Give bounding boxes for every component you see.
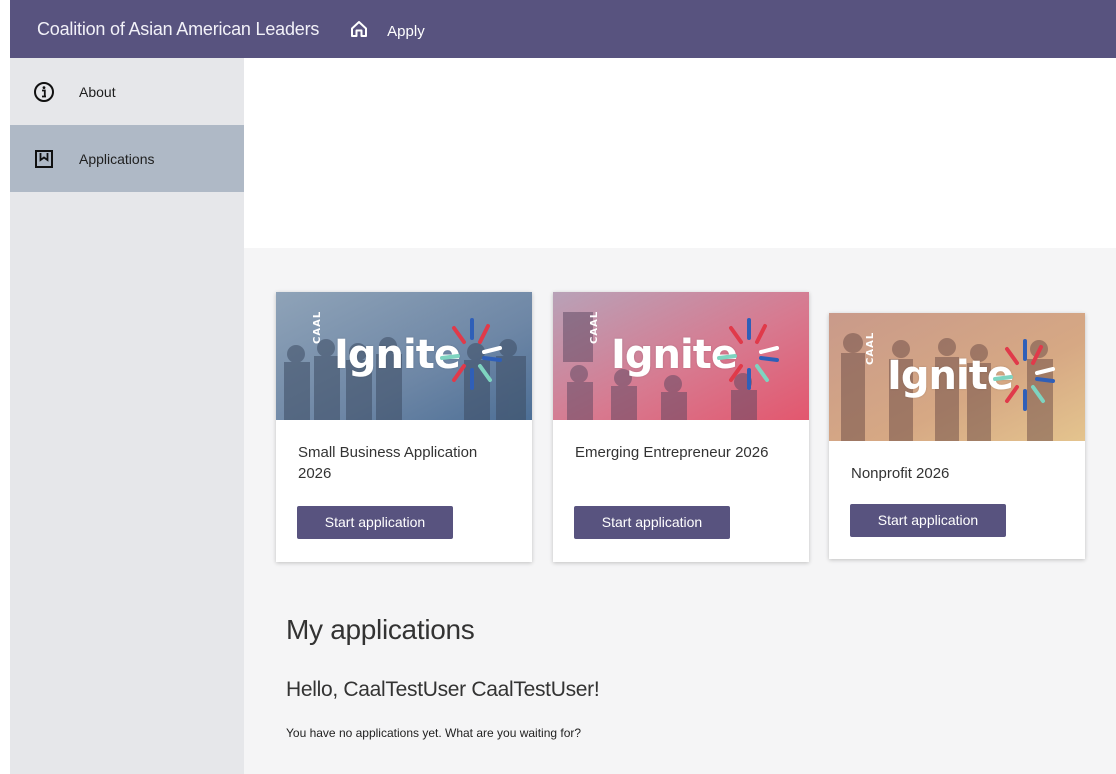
ignite-burst-logo (717, 318, 779, 390)
program-title: Nonprofit 2026 (851, 465, 950, 482)
info-icon (33, 81, 55, 103)
program-banner: CAAL Ignite (553, 292, 809, 420)
bookmark-icon (33, 148, 55, 170)
home-icon (351, 21, 368, 37)
start-application-button[interactable]: Start application (297, 506, 453, 539)
program-card-emerging-entrepreneur: CAAL Ignite Emerging Entrepreneur 2026 S… (553, 292, 809, 562)
main-content: CAAL Ignite Small Business Application 2… (244, 248, 1116, 774)
main-top-spacer (244, 58, 1116, 248)
my-applications-heading: My applications (286, 614, 475, 645)
banner-caal-text: CAAL (589, 310, 600, 344)
top-bar: Coalition of Asian American Leaders Appl… (10, 0, 1116, 58)
home-button[interactable] (345, 15, 373, 43)
program-title: Emerging Entrepreneur 2026 (575, 444, 769, 461)
brand-title[interactable]: Coalition of Asian American Leaders (37, 19, 319, 40)
banner-caal-text: CAAL (865, 331, 876, 365)
ignite-burst-logo (993, 339, 1055, 411)
sidebar-item-applications[interactable]: Applications (10, 125, 244, 192)
program-banner: CAAL Ignite (276, 292, 532, 420)
sidebar-item-about[interactable]: About (10, 58, 244, 125)
program-title: Small Business Application 2026 (298, 444, 478, 482)
sidebar-item-label: Applications (79, 150, 155, 167)
start-application-button[interactable]: Start application (574, 506, 730, 539)
start-application-button[interactable]: Start application (850, 504, 1006, 537)
program-card-nonprofit: CAAL Ignite Nonprofit 2026 Start applica… (829, 313, 1085, 559)
program-card-small-business: CAAL Ignite Small Business Application 2… (276, 292, 532, 562)
app-frame: Coalition of Asian American Leaders Appl… (10, 0, 1116, 774)
ignite-burst-logo (440, 318, 502, 390)
sidebar-item-label: About (79, 83, 116, 100)
program-banner: CAAL Ignite (829, 313, 1085, 441)
empty-applications-message: You have no applications yet. What are y… (286, 726, 582, 740)
apply-link[interactable]: Apply (387, 23, 425, 40)
greeting-text: Hello, CaalTestUser CaalTestUser! (286, 678, 600, 701)
banner-caal-text: CAAL (312, 310, 323, 344)
sidebar: About Applications (10, 58, 244, 774)
